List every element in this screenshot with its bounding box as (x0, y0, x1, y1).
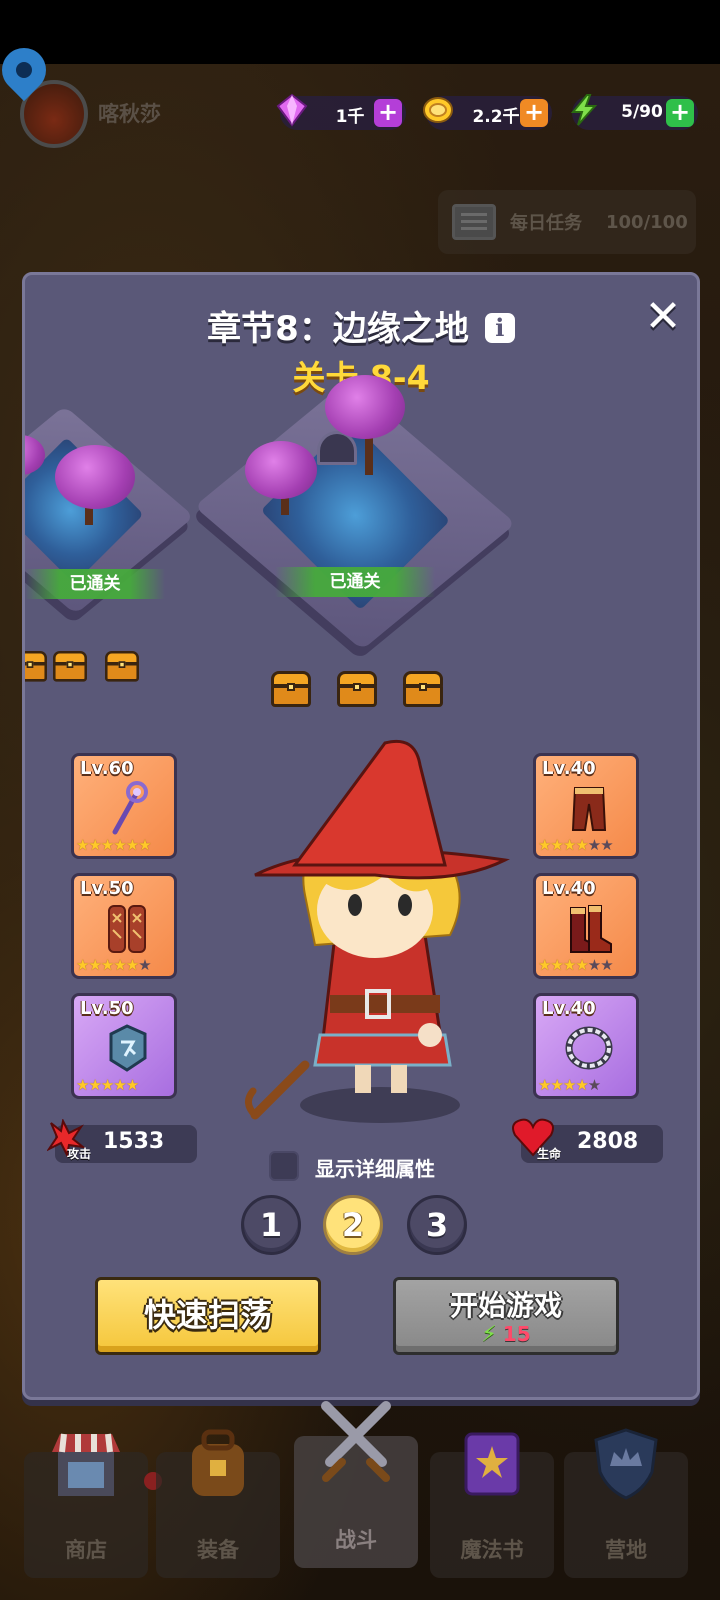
hp-label: 生命 (537, 1147, 562, 1161)
show-details-label[interactable]: 显示详细属性 (315, 1153, 435, 1182)
equipment-slot-armor[interactable]: Lv.50 ★★★★★★ (71, 873, 177, 979)
attack-stat: 攻击 1533 (47, 1119, 197, 1163)
nav-equipment[interactable]: 装备 (156, 1429, 280, 1578)
rune-icon (109, 1024, 147, 1072)
chest-icon[interactable] (271, 671, 311, 707)
energy-value: 5/90 (621, 102, 663, 122)
tree-icon (55, 445, 135, 509)
nav-battle[interactable]: 战斗 (294, 1401, 418, 1568)
star-rating: ★★★★★ (538, 1076, 601, 1094)
nav-shop[interactable]: 商店 (24, 1433, 148, 1578)
attack-value: 1533 (103, 1129, 165, 1154)
tree-icon (325, 375, 405, 439)
nav-camp-label: 营地 (605, 1538, 647, 1562)
equipment-slot-rune[interactable]: Lv.50 ★★★★★ (71, 993, 177, 1099)
hp-value: 2808 (577, 1129, 639, 1154)
staff-icon (112, 781, 148, 835)
coins-value: 2.2千 (472, 107, 520, 127)
quick-sweep-button[interactable]: 快速扫荡 (95, 1277, 321, 1355)
lightning-icon (564, 90, 604, 130)
backpack-icon (192, 1429, 244, 1496)
team-2-button[interactable]: 2 (323, 1195, 383, 1255)
equipment-slot-boots[interactable]: Lv.40 ★★★★★★ (533, 873, 639, 979)
info-icon[interactable]: i (484, 313, 515, 343)
player-name: 喀秋莎 (98, 102, 161, 126)
lightning-icon: ⚡ (481, 1322, 497, 1347)
gems-value: 1千 (335, 107, 365, 127)
coin-icon (418, 90, 458, 130)
star-rating: ★★★★★★ (538, 956, 614, 974)
slot-level: Lv.40 (542, 878, 596, 899)
chest-icon[interactable] (403, 671, 443, 707)
gems-counter: 1千 + (276, 93, 406, 130)
crossed-swords-icon (321, 1401, 391, 1482)
energy-counter: 5/90 + (570, 94, 698, 130)
slot-level: Lv.40 (542, 998, 596, 1019)
star-rating: ★★★★★★ (76, 836, 152, 854)
hero-character (245, 739, 510, 1123)
coins-counter: 2.2千 + (423, 96, 552, 130)
add-coins-button[interactable]: + (520, 99, 548, 127)
slot-level: Lv.50 (80, 998, 134, 1019)
status-bar (0, 0, 720, 64)
team-1-button[interactable]: 1 (241, 1195, 301, 1255)
nav-spellbook[interactable]: 魔法书 (430, 1432, 554, 1578)
slot-level: Lv.50 (80, 878, 134, 899)
chest-icon[interactable] (337, 671, 377, 707)
slot-level: Lv.40 (542, 758, 596, 779)
nav-equipment-label: 装备 (197, 1538, 239, 1562)
star-rating: ★★★★★ (76, 1076, 139, 1094)
spellbook-icon (464, 1432, 520, 1496)
team-3-button[interactable]: 3 (407, 1195, 467, 1255)
chapter-modal: 章节8：边缘之地 i ✕ 关卡 8-4 已通关 已通关 Lv.60 ★★★★★★ … (22, 272, 700, 1400)
close-icon[interactable]: ✕ (643, 295, 683, 339)
robe-icon (108, 905, 146, 953)
nav-battle-label: 战斗 (335, 1528, 377, 1552)
chest-icon (25, 651, 47, 682)
stage-cleared-badge: 已通关 (25, 569, 165, 599)
hp-stat: 生命 2808 (512, 1118, 663, 1163)
nav-spellbook-label: 魔法书 (460, 1538, 524, 1562)
shop-icon (52, 1433, 120, 1496)
daily-tasks-label: 每日任务 (510, 213, 582, 234)
boots-icon (570, 905, 612, 953)
tree-icon (245, 441, 317, 499)
show-details-checkbox[interactable] (269, 1151, 299, 1181)
newspaper-icon (452, 204, 496, 240)
start-game-button[interactable]: 开始游戏 ⚡ 15 (393, 1277, 619, 1355)
chapter-title: 章节8：边缘之地 (207, 309, 469, 349)
chapter-title-row: 章节8：边缘之地 i (25, 301, 697, 350)
chest-icon (53, 651, 87, 682)
daily-tasks-button[interactable]: 每日任务 100/100 (438, 190, 696, 254)
equipment-slot-necklace[interactable]: Lv.40 ★★★★★ (533, 993, 639, 1099)
nav-camp[interactable]: 营地 (564, 1428, 688, 1578)
necklace-icon (565, 1026, 613, 1070)
slot-level: Lv.60 (80, 758, 134, 779)
star-rating: ★★★★★★ (76, 956, 152, 974)
attack-label: 攻击 (67, 1147, 92, 1161)
start-game-cost: ⚡ 15 (481, 1322, 531, 1347)
pants-icon (571, 787, 607, 831)
equipment-slot-weapon[interactable]: Lv.60 ★★★★★★ (71, 753, 177, 859)
stage-cleared-badge: 已通关 (275, 567, 435, 597)
add-gems-button[interactable]: + (374, 99, 402, 127)
gem-icon (272, 90, 312, 130)
daily-tasks-progress: 100/100 (606, 211, 688, 233)
start-game-label: 开始游戏 (449, 1289, 562, 1322)
star-rating: ★★★★★★ (538, 836, 614, 854)
nav-shop-label: 商店 (65, 1538, 107, 1562)
add-energy-button[interactable]: + (666, 99, 694, 127)
shield-crown-icon (594, 1428, 658, 1500)
equipment-slot-pants[interactable]: Lv.40 ★★★★★★ (533, 753, 639, 859)
chest-icon (105, 651, 139, 682)
